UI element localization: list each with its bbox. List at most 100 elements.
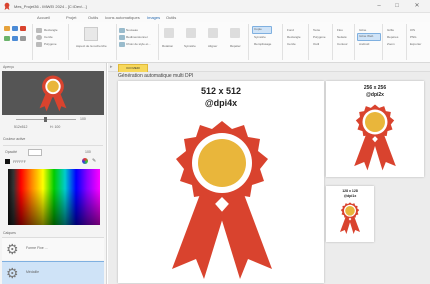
ribbon-group-fill: Fond Rectangle Cercle [284,24,309,60]
color-header: Couleur active [3,137,26,141]
eyedropper-icon[interactable]: ✎ [92,158,98,164]
canvas-area: Génération automatique multi DPI 512 x 5… [108,72,430,284]
preview-medal-icon [39,75,67,112]
close-button[interactable]: ✕ [410,2,424,10]
layer-name: Médaille [26,270,40,274]
ribbon-group-filters: Flou Netteté Contour [334,24,355,60]
ribbon-item[interactable]: Outil [313,42,319,46]
ribbon: Rectangle Cercle Polygone Aspect de la r… [0,22,430,63]
tab-nav-icon[interactable]: ▸ [110,64,113,70]
hex-field[interactable]: FFFFFF [13,160,26,164]
ribbon-item[interactable]: Repères [387,35,398,39]
shape-icon[interactable] [12,26,18,31]
ribbon-group-aspect: Aspect de la recherche [70,24,117,60]
menu-bar: Accueil Projet Outils Icons automatiques… [0,13,430,22]
aspect-icon[interactable] [84,27,98,41]
color-palette[interactable] [8,169,100,225]
ribbon-item[interactable]: Polygone [313,35,326,39]
opacity-value: 100 [85,150,91,154]
ribbon-group-export: iOS PNG Exporter [408,24,428,60]
zoom-slider-thumb[interactable] [44,117,47,122]
ribbon-item[interactable]: Fond [287,28,294,32]
ribbon-item[interactable]: Texte [313,28,320,32]
active-color-swatch[interactable] [5,159,10,164]
ribbon-item[interactable]: Aspect de la recherche [76,44,107,48]
menu-tab-outils[interactable]: Outils [88,15,98,20]
ribbon-item[interactable]: Symétrie [254,35,266,39]
align-icon[interactable] [208,28,218,38]
ribbon-item[interactable]: Rectangle [44,28,58,32]
gear-icon: ⚙ [6,241,19,257]
zoom-value: 100 [80,117,86,121]
ribbon-item[interactable]: Rotation [162,44,173,48]
title-bar: Mes_Projet36 - IMWEI 2024 - [C:\Dev\...]… [0,0,430,13]
rotation-icon[interactable] [164,28,174,38]
layer-name: Forme Fixe ... [26,246,48,250]
ribbon-item: Copie [254,27,262,31]
document-tabs: ▸ ICO:MEDI [108,63,430,72]
menu-tab-projet[interactable]: Projet [66,15,76,20]
preview-box [2,71,104,115]
maximize-button[interactable]: □ [390,2,404,10]
card-dpi-label: @dpi2x [366,92,384,98]
repeat-icon[interactable] [230,28,240,38]
ribbon-item[interactable]: Flou [337,28,343,32]
ribbon-item[interactable]: Android [359,42,369,46]
ribbon-item[interactable]: Nouveau [126,28,138,32]
new-icon [119,28,125,33]
menu-tab-outils-2[interactable]: Outils [166,15,176,20]
layer-row-selected[interactable]: ⚙ Médaille [2,261,104,284]
shape-icon[interactable] [20,26,26,31]
ribbon-item[interactable]: Choix de style et... [126,42,151,46]
ribbon-item[interactable]: Aligner [208,44,217,48]
card-size-label: 128 x 128 [342,189,358,193]
medal-icon [354,104,396,171]
menu-tab-images[interactable]: Images [147,15,160,20]
ribbon-item[interactable]: Symétrie [184,44,196,48]
menu-tab-accueil[interactable]: Accueil [37,15,50,20]
window-title: Mes_Projet36 - IMWEI 2024 - [C:\Dev\...] [14,4,87,9]
preview-card-512: 512 x 512 @dpi4x [118,81,324,283]
shape-icon[interactable] [4,26,10,31]
ribbon-item[interactable]: Icône [359,28,366,32]
ribbon-group-resize: Nouveau Redimensionner Choix de style et… [118,24,159,60]
ribbon-item[interactable]: Netteté [337,35,347,39]
color-wheel-icon[interactable] [82,158,88,164]
ribbon-group-copy: Copie Symétrie Remplissage [250,24,283,60]
resize-icon [119,35,125,40]
opacity-input[interactable] [28,149,42,156]
gear-icon: ⚙ [6,265,19,281]
ribbon-item[interactable]: Répéter [230,44,241,48]
ribbon-item[interactable]: PNG [410,35,417,39]
polygon-icon [36,42,42,47]
size-label: 512x512 [14,125,28,129]
shape-icon[interactable] [20,36,26,41]
app-icon [4,2,10,10]
layer-row[interactable]: ⚙ Forme Fixe ... [2,237,104,260]
medal-icon [172,121,272,279]
minimize-button[interactable]: – [372,2,386,10]
ribbon-group-transform: Rotation Symétrie Aligner Répéter [160,24,249,60]
ribbon-item: Icône Web [359,34,374,38]
ribbon-group-draw: Rectangle Cercle Polygone [34,24,69,60]
ribbon-item[interactable]: Zoom [387,42,395,46]
ribbon-item[interactable]: Cercle [44,35,53,39]
shape-icon[interactable] [12,36,18,41]
opacity-label: Opacité [5,150,18,154]
menu-tab-icons-auto[interactable]: Icons automatiques [105,15,140,20]
document-tab[interactable]: ICO:MEDI [118,64,148,72]
ribbon-item[interactable]: iOS [410,28,415,32]
ribbon-item[interactable]: Rectangle [287,35,301,39]
left-panel: Aperçu 100 512x512 H: 100 Couleur active… [0,63,107,284]
divider [3,145,103,146]
ribbon-item[interactable]: Polygone [44,42,57,46]
ribbon-item[interactable]: Contour [337,42,348,46]
ribbon-item[interactable]: Cercle [287,42,296,46]
preview-card-128: 128 x 128 @dpi1x [326,186,374,242]
ribbon-item[interactable]: Redimensionner [126,35,148,39]
symmetry-icon[interactable] [186,28,196,38]
shape-icon[interactable] [4,36,10,41]
ribbon-item[interactable]: Grille [387,28,394,32]
ribbon-item[interactable]: Exporter [410,42,421,46]
ribbon-item[interactable]: Remplissage [254,42,271,46]
